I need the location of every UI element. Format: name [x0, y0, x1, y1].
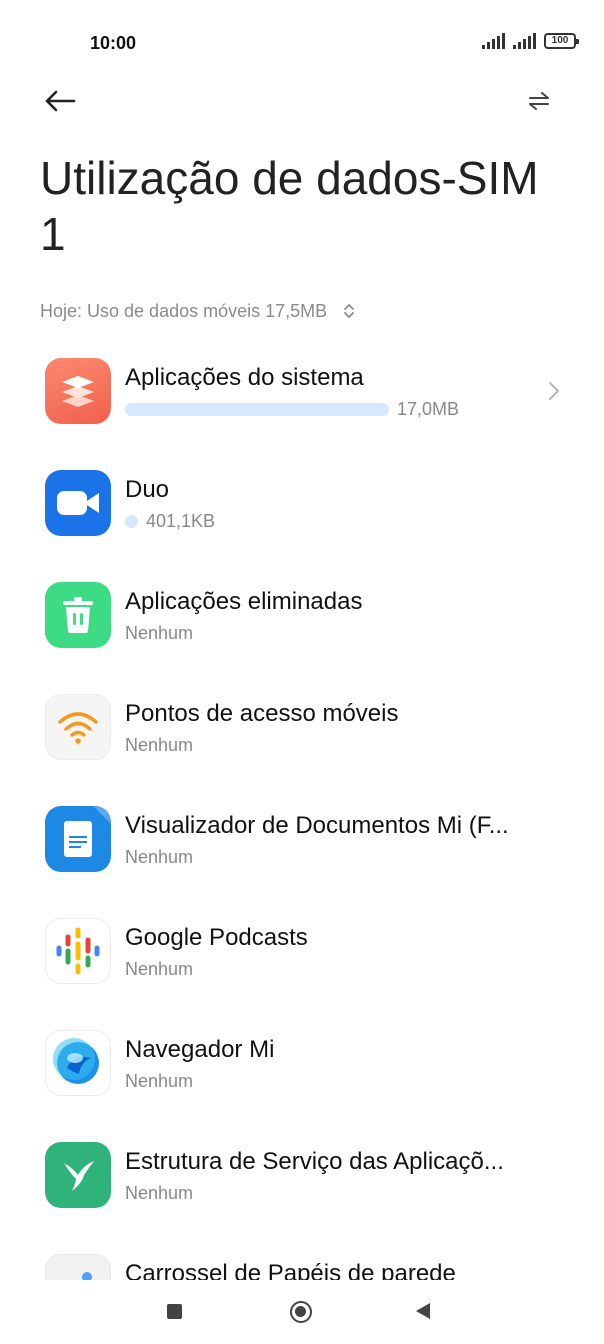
app-name: Carrossel de Papéis de parede	[125, 1260, 456, 1280]
list-item[interactable]: Google Podcasts Nenhum	[0, 904, 604, 1016]
signal-icon	[513, 33, 536, 49]
app-usage-list[interactable]: Aplicações do sistema 17,0MB Duo 401,1KB	[0, 344, 604, 1280]
app-usage: Nenhum	[125, 847, 193, 868]
chevron-right-icon	[549, 382, 559, 400]
arrow-left-icon	[45, 90, 76, 112]
swap-arrows-icon	[529, 92, 549, 110]
list-item[interactable]: Carrossel de Papéis de parede	[0, 1240, 604, 1280]
trash-icon	[45, 582, 111, 648]
status-bar: 10:00 100	[0, 0, 604, 84]
navigation-bar	[0, 1280, 604, 1344]
usage-value: Nenhum	[125, 959, 194, 979]
app-usage: Nenhum	[125, 735, 193, 756]
status-time: 10:00	[90, 33, 137, 53]
period-label: Hoje: Uso de dados móveis 17,5MB	[40, 300, 328, 321]
usage-value: 401,1KB	[146, 511, 216, 531]
app-name: Aplicações do sistema	[125, 364, 364, 391]
page-title: Utilização de dados-SIM 1	[40, 152, 539, 260]
document-viewer-icon	[45, 806, 111, 872]
mi-browser-icon	[45, 1030, 111, 1096]
list-item[interactable]: Visualizador de Documentos Mi (F... Nenh…	[0, 792, 604, 904]
usage-bar	[125, 403, 389, 416]
list-item[interactable]: Duo 401,1KB	[0, 456, 604, 568]
usage-bar	[125, 515, 138, 528]
app-usage: Nenhum	[125, 959, 193, 980]
hummingbird-icon	[45, 1142, 111, 1208]
up-down-chevron-icon	[343, 302, 355, 320]
usage-value: 17,0MB	[397, 399, 460, 419]
app-usage: 401,1KB	[125, 511, 215, 532]
app-usage: Nenhum	[125, 1071, 193, 1092]
app-name: Google Podcasts	[125, 924, 308, 951]
app-name: Pontos de acesso móveis	[125, 700, 399, 727]
google-podcasts-icon	[45, 918, 111, 984]
wallpaper-carousel-icon	[45, 1254, 111, 1280]
usage-value: Nenhum	[125, 1183, 194, 1203]
usage-value: Nenhum	[125, 623, 194, 643]
signal-icon	[482, 33, 505, 49]
recents-square-icon[interactable]	[167, 1304, 182, 1319]
app-name: Estrutura de Serviço das Aplicaçõ...	[125, 1148, 504, 1175]
app-name: Navegador Mi	[125, 1036, 275, 1063]
system-apps-layers-icon	[45, 358, 111, 424]
battery-icon: 100	[544, 33, 579, 49]
list-item[interactable]: Aplicações eliminadas Nenhum	[0, 568, 604, 680]
usage-value: Nenhum	[125, 1071, 194, 1091]
usage-value: Nenhum	[125, 847, 194, 867]
back-triangle-icon[interactable]	[416, 1303, 430, 1319]
switch-sim-button[interactable]	[522, 84, 556, 118]
duo-video-camera-icon	[45, 470, 111, 536]
list-item[interactable]: Aplicações do sistema 17,0MB	[0, 344, 604, 456]
app-name: Duo	[125, 476, 170, 503]
app-name: Aplicações eliminadas	[125, 588, 363, 615]
wifi-hotspot-icon	[45, 694, 111, 760]
period-selector[interactable]: Hoje: Uso de dados móveis 17,5MB	[40, 298, 355, 324]
usage-value: Nenhum	[125, 735, 194, 755]
list-item[interactable]: Navegador Mi Nenhum	[0, 1016, 604, 1128]
app-usage: Nenhum	[125, 623, 193, 644]
home-circle-icon[interactable]	[290, 1301, 312, 1323]
app-name: Visualizador de Documentos Mi (F...	[125, 812, 509, 839]
app-usage: 17,0MB	[125, 399, 459, 420]
list-item[interactable]: Estrutura de Serviço das Aplicaçõ... Nen…	[0, 1128, 604, 1240]
back-button[interactable]	[40, 84, 80, 118]
status-icons: 100	[482, 33, 579, 49]
list-item[interactable]: Pontos de acesso móveis Nenhum	[0, 680, 604, 792]
app-usage: Nenhum	[125, 1183, 193, 1204]
